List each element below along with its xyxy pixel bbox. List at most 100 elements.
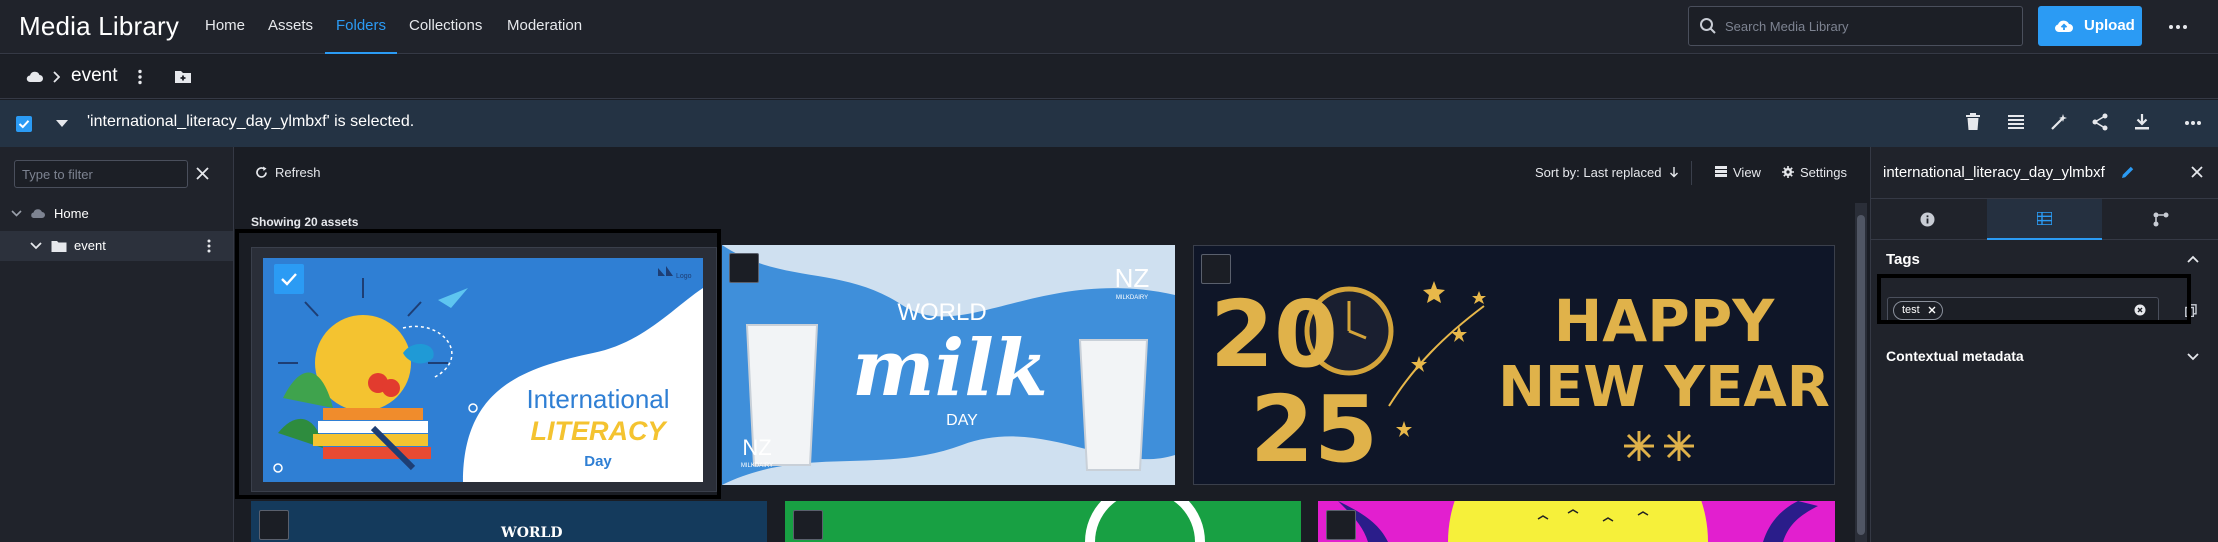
selection-status: 'international_literacy_day_ylmbxf' is s… xyxy=(87,113,415,130)
more-menu-icon[interactable] xyxy=(2168,20,2188,34)
tab-metadata[interactable] xyxy=(1987,199,2102,240)
asset-card-milk[interactable]: WORLD milk DAY NZ MILKDAIRY NZ MILKDAIRY xyxy=(722,245,1175,485)
magic-wand-icon[interactable] xyxy=(2050,113,2068,131)
grid-toolbar: Refresh Sort by: Last replaced View Sett… xyxy=(235,147,1869,199)
selection-bar: 'international_literacy_day_ylmbxf' is s… xyxy=(0,100,2218,147)
upload-label: Upload xyxy=(2084,17,2135,34)
sort-arrow-icon xyxy=(1669,167,1679,178)
cloud-upload-icon xyxy=(2054,18,2074,34)
sort-label: Sort by: Last replaced xyxy=(1535,165,1662,180)
nav-collections[interactable]: Collections xyxy=(409,0,482,54)
tags-highlight xyxy=(1877,274,2191,324)
top-nav: Media Library Home Assets Folders Collec… xyxy=(0,0,2218,54)
metadata-grid-icon xyxy=(2037,212,2052,225)
milk-day-thumbnail: WORLD milk DAY NZ MILKDAIRY NZ MILKDAIRY xyxy=(722,245,1175,485)
upload-button[interactable]: Upload xyxy=(2038,6,2142,46)
delete-icon[interactable] xyxy=(1966,113,1980,131)
chevron-down-icon[interactable] xyxy=(30,242,42,250)
thumbnail-brand-sub: MILKDAIRY xyxy=(1116,295,1148,301)
gear-icon xyxy=(1782,166,1794,178)
thumbnail-brand: NZ xyxy=(1115,263,1150,293)
tree-item-label: event xyxy=(74,238,106,253)
tree-item-event[interactable]: event xyxy=(0,231,233,261)
toolbar-divider xyxy=(1691,161,1692,185)
asset-checkbox[interactable] xyxy=(1201,254,1231,284)
tree-item-kebab-icon[interactable] xyxy=(206,239,212,253)
chevron-down-icon[interactable] xyxy=(11,210,22,217)
asset-checkbox[interactable] xyxy=(793,510,823,540)
search-box[interactable] xyxy=(1688,6,2023,46)
thumbnail-line3: DAY xyxy=(946,412,978,429)
cloud-icon xyxy=(30,208,46,219)
asset-card-green[interactable] xyxy=(785,501,1301,542)
asset-count: Showing 20 assets xyxy=(251,215,359,229)
download-icon[interactable] xyxy=(2134,113,2150,131)
new-folder-icon[interactable] xyxy=(174,68,192,84)
thumbnail-line2: NEW YEAR xyxy=(1498,355,1830,420)
thumbnail-year-bottom: 25 xyxy=(1250,376,1378,483)
thumbnail-line1: HAPPY xyxy=(1554,287,1775,355)
asset-checkbox[interactable] xyxy=(729,253,759,283)
edit-pencil-icon[interactable] xyxy=(2121,165,2135,179)
asset-card-newyear[interactable]: 20 25 HAPPY NEW YEAR xyxy=(1193,245,1835,485)
close-panel-icon[interactable] xyxy=(2191,166,2203,178)
asset-card-magenta[interactable] xyxy=(1318,501,1835,542)
nav-folders[interactable]: Folders xyxy=(325,0,397,54)
tab-info[interactable] xyxy=(1871,199,1986,240)
view-button[interactable]: View xyxy=(1715,165,1761,180)
tree-item-home[interactable]: Home xyxy=(0,199,233,229)
cloud-root-icon[interactable] xyxy=(26,70,44,83)
view-list-icon xyxy=(1715,166,1727,177)
thumbnail-line1: WORLD xyxy=(897,299,986,326)
thumbnail-line1: WORLD xyxy=(501,525,563,541)
asset-card-world[interactable]: WORLD xyxy=(251,501,767,542)
thumbnail-line2: milk xyxy=(852,323,1048,414)
panel-title: international_literacy_day_ylmbxf xyxy=(1883,164,2105,181)
contextual-metadata-title[interactable]: Contextual metadata xyxy=(1886,348,2024,364)
nav-home[interactable]: Home xyxy=(205,0,245,54)
panel-tabs xyxy=(1871,198,2218,240)
breadcrumb-current-folder: event xyxy=(71,65,118,86)
search-input[interactable] xyxy=(1725,15,2015,37)
nav-assets[interactable]: Assets xyxy=(268,0,313,54)
thumbnail-brand-bottom: NZ xyxy=(742,435,771,460)
list-details-icon[interactable] xyxy=(2008,113,2024,131)
folder-kebab-icon[interactable] xyxy=(137,69,143,85)
info-icon xyxy=(1920,212,1935,227)
selection-dropdown-icon[interactable] xyxy=(56,120,68,128)
selection-more-icon[interactable] xyxy=(2184,120,2202,126)
green-thumbnail xyxy=(1085,501,1205,542)
tags-section-title[interactable]: Tags xyxy=(1886,251,1920,268)
select-all-checkbox[interactable] xyxy=(16,116,32,132)
refresh-icon xyxy=(255,166,268,179)
chevron-right-icon xyxy=(52,71,60,83)
nav-moderation[interactable]: Moderation xyxy=(507,0,582,54)
asset-grid-area: Refresh Sort by: Last replaced View Sett… xyxy=(235,147,1869,542)
asset-details-panel: international_literacy_day_ylmbxf Tags t… xyxy=(1870,147,2218,542)
tree-item-label: Home xyxy=(54,206,89,221)
breadcrumb: event xyxy=(0,55,2218,99)
search-icon xyxy=(1699,17,1717,35)
tree-filter-input[interactable] xyxy=(14,160,188,188)
tab-structure[interactable] xyxy=(2103,199,2218,240)
chevron-down-icon[interactable] xyxy=(2187,353,2199,361)
clear-filter-icon[interactable] xyxy=(196,167,209,180)
thumbnail-year-top: 20 xyxy=(1210,281,1338,388)
asset-checkbox[interactable] xyxy=(1326,510,1356,540)
app-title[interactable]: Media Library xyxy=(19,11,179,42)
new-year-thumbnail: 20 25 HAPPY NEW YEAR xyxy=(1194,246,1834,484)
folder-tree-sidebar: Home event xyxy=(0,147,234,542)
folder-icon xyxy=(51,240,67,253)
selection-highlight xyxy=(235,229,721,499)
thumbnail-brand-bottom-sub: MILKDAIRY xyxy=(741,463,773,469)
grid-scrollbar[interactable] xyxy=(1855,203,1867,542)
sort-button[interactable]: Sort by: Last replaced xyxy=(1535,165,1679,180)
refresh-button[interactable]: Refresh xyxy=(255,165,321,180)
structure-icon xyxy=(2153,212,2169,227)
share-icon[interactable] xyxy=(2092,113,2108,131)
settings-button[interactable]: Settings xyxy=(1782,165,1847,180)
chevron-up-icon[interactable] xyxy=(2187,255,2199,263)
scrollbar-thumb[interactable] xyxy=(1857,215,1865,535)
asset-checkbox[interactable] xyxy=(259,510,289,540)
magenta-thumbnail xyxy=(1338,501,1818,542)
